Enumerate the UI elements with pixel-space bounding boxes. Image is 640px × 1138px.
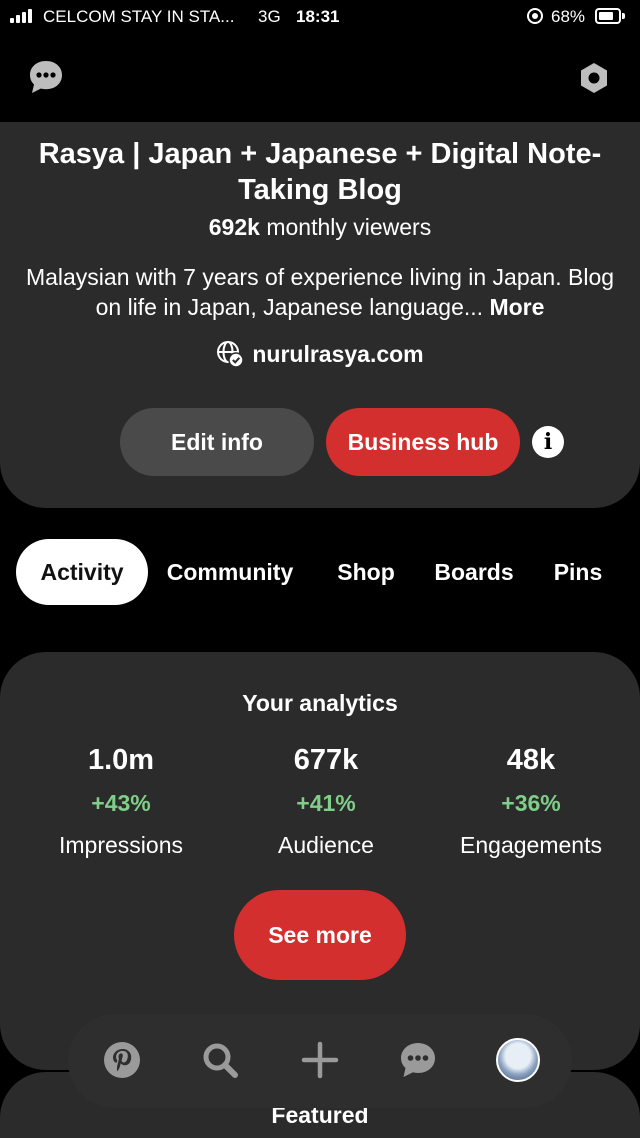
settings-icon[interactable] (578, 62, 610, 94)
viewers-label: monthly viewers (266, 214, 432, 240)
business-hub-button[interactable]: Business hub (326, 408, 520, 476)
analytics-title: Your analytics (242, 690, 398, 716)
see-more-button[interactable]: See more (234, 890, 406, 980)
rotation-lock-icon (527, 8, 543, 24)
metric-label: Audience (278, 832, 374, 858)
metric-change: +36% (501, 790, 561, 816)
metric-engagements: 48k +36% Engagements (421, 744, 640, 859)
profile-bio: Malaysian with 7 years of experience liv… (20, 262, 620, 322)
battery-percent: 68% (551, 7, 586, 26)
add-icon[interactable] (300, 1040, 340, 1080)
chat-icon[interactable] (398, 1040, 438, 1080)
tab-shop[interactable]: Shop (326, 539, 406, 605)
pinterest-home-icon[interactable] (102, 1040, 142, 1080)
metric-audience: 677k +41% Audience (216, 744, 436, 859)
profile-name: Rasya | Japan + Japanese + Digital Note-… (38, 138, 602, 206)
viewers-count: 692k (208, 214, 260, 240)
metric-label: Engagements (460, 832, 602, 858)
metric-label: Impressions (59, 832, 183, 858)
metric-change: +41% (296, 790, 356, 816)
carrier-name: CELCOM STAY IN STA... (43, 7, 235, 26)
status-bar: CELCOM STAY IN STA... 3G 18:31 68% (0, 0, 640, 34)
monthly-viewers: 692k monthly viewers (0, 214, 640, 241)
search-icon[interactable] (200, 1040, 240, 1080)
tab-community[interactable]: Community (156, 539, 304, 605)
edit-info-button[interactable]: Edit info (120, 408, 314, 476)
website-link[interactable]: nurulrasya.com (0, 340, 640, 368)
tab-boards[interactable]: Boards (424, 539, 524, 605)
profile-avatar[interactable] (496, 1038, 540, 1082)
signal-strength-icon (10, 9, 32, 23)
metric-value: 677k (293, 744, 359, 776)
verified-globe-icon (217, 341, 245, 368)
website-text: nurulrasya.com (252, 341, 424, 367)
messages-icon[interactable] (28, 59, 64, 95)
metric-change: +43% (91, 790, 151, 816)
bio-more-link[interactable]: More (489, 294, 544, 320)
metric-impressions: 1.0m +43% Impressions (11, 744, 231, 859)
clock: 18:31 (296, 7, 340, 26)
battery-icon (595, 8, 621, 24)
network-type: 3G (258, 7, 281, 26)
metric-value: 48k (506, 744, 556, 776)
metric-value: 1.0m (87, 744, 155, 776)
tab-activity[interactable]: Activity (16, 539, 148, 605)
tab-pins[interactable]: Pins (544, 539, 612, 605)
info-icon[interactable]: i (532, 426, 564, 458)
